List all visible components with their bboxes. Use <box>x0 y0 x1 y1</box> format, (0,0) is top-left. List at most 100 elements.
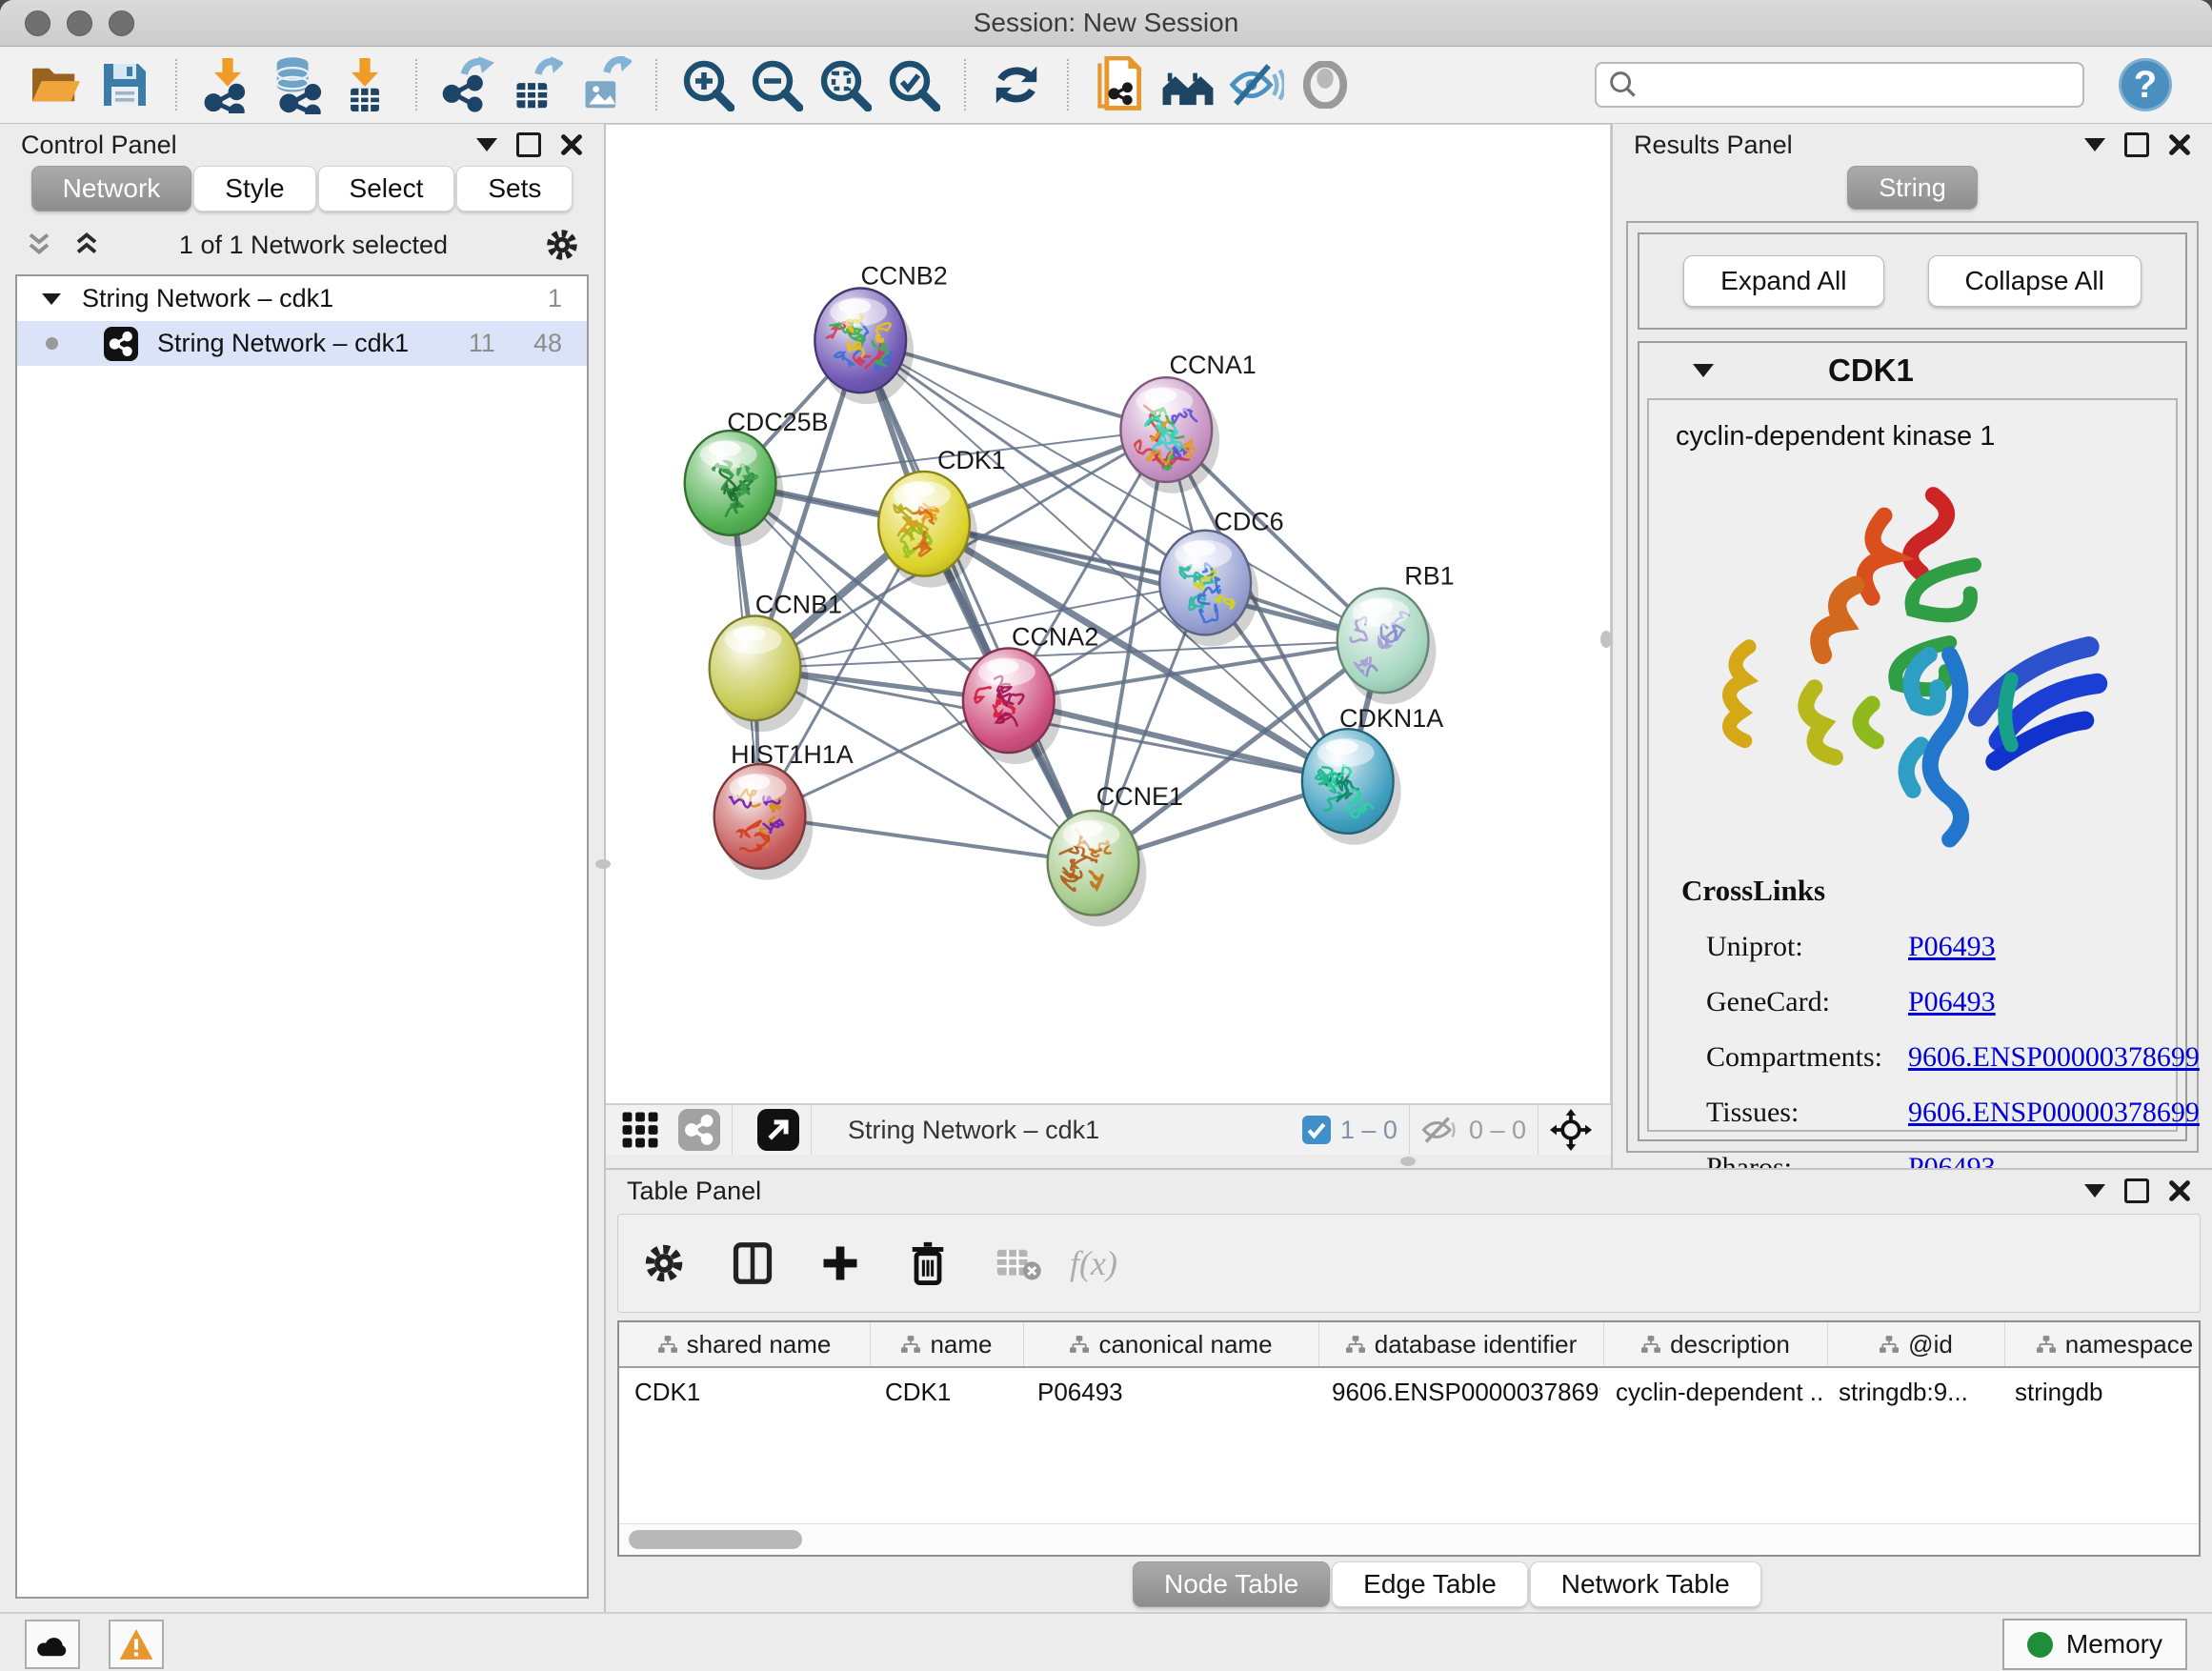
table-cell[interactable]: CDK1 <box>870 1378 1022 1407</box>
table-cell[interactable]: P06493 <box>1022 1378 1317 1407</box>
network-node-CDC25B[interactable] <box>685 431 784 547</box>
share-document-icon[interactable] <box>1090 55 1149 114</box>
import-network-icon[interactable] <box>198 55 257 114</box>
panel-close-icon[interactable] <box>2168 1179 2191 1202</box>
panel-float-icon[interactable] <box>516 132 541 157</box>
network-collection-row[interactable]: String Network – cdk1 1 <box>17 276 587 321</box>
table-cell[interactable]: CDK1 <box>619 1378 870 1407</box>
export-image-icon[interactable] <box>575 55 634 114</box>
zoom-out-icon[interactable] <box>747 55 806 114</box>
maximize-window-button[interactable] <box>109 10 134 36</box>
expand-all-icon[interactable] <box>72 231 101 259</box>
network-node-RB1[interactable] <box>1337 589 1437 705</box>
tab-network[interactable]: Network <box>31 166 192 211</box>
export-network-icon[interactable] <box>438 55 497 114</box>
network-node-CDKN1A[interactable] <box>1302 729 1401 845</box>
zoom-selected-icon[interactable] <box>884 55 943 114</box>
cloud-status-button[interactable] <box>25 1620 80 1669</box>
tree-expand-icon[interactable] <box>42 293 61 305</box>
import-network-from-database-icon[interactable] <box>267 55 326 114</box>
network-share-icon[interactable] <box>678 1109 720 1151</box>
warning-button[interactable] <box>109 1620 164 1669</box>
table-gear-icon[interactable] <box>643 1242 685 1284</box>
table-cell[interactable]: 9606.ENSP00000378699 <box>1317 1378 1600 1407</box>
column-header-name[interactable]: name <box>871 1322 1024 1366</box>
column-header-namespace[interactable]: namespace <box>2005 1322 2201 1366</box>
tab-style[interactable]: Style <box>193 166 315 211</box>
column-header-description[interactable]: description <box>1604 1322 1828 1366</box>
crosslink-value-link[interactable]: 9606.ENSP00000378699 <box>1908 1041 2200 1074</box>
collapse-all-icon[interactable] <box>25 231 53 259</box>
tab-select[interactable]: Select <box>318 166 455 211</box>
hide-graphics-details-icon[interactable] <box>1227 55 1286 114</box>
network-canvas[interactable]: CCNB2CCNA1CDC25BCDK1CDC6RB1CCNB1CCNA2CDK… <box>606 124 1611 1104</box>
network-node-CCNA1[interactable] <box>1120 377 1219 493</box>
network-node-CCNA2[interactable] <box>963 648 1062 764</box>
table-cell[interactable]: stringdb <box>2000 1378 2201 1407</box>
open-session-icon[interactable] <box>27 55 86 114</box>
search-box[interactable] <box>1595 62 2084 108</box>
add-column-icon[interactable] <box>820 1243 860 1283</box>
memory-button[interactable]: Memory <box>2002 1619 2187 1670</box>
minimize-window-button[interactable] <box>67 10 92 36</box>
column-header-database-identifier[interactable]: database identifier <box>1319 1322 1604 1366</box>
tab-network-table[interactable]: Network Table <box>1530 1561 1761 1607</box>
vertical-splitter-handle[interactable] <box>1600 631 1612 648</box>
export-table-icon[interactable] <box>507 55 566 114</box>
collapse-section-icon[interactable] <box>1693 364 1714 377</box>
network-node-HIST1H1A[interactable] <box>714 764 814 880</box>
node-label-HIST1H1A: HIST1H1A <box>731 740 854 769</box>
tab-string[interactable]: String <box>1847 166 1978 210</box>
tab-sets[interactable]: Sets <box>456 166 573 211</box>
zoom-fit-icon[interactable] <box>815 55 875 114</box>
gene-section-header[interactable]: CDK1 <box>1639 343 2185 398</box>
close-window-button[interactable] <box>25 10 50 36</box>
column-header-shared-name[interactable]: shared name <box>619 1322 871 1366</box>
expand-all-button[interactable]: Expand All <box>1683 255 1883 307</box>
network-row-selected[interactable]: String Network – cdk1 11 48 <box>17 321 587 366</box>
help-icon[interactable]: ? <box>2119 58 2172 111</box>
crosslink-value-link[interactable]: P06493 <box>1908 986 1996 1018</box>
table-row[interactable]: CDK1CDK1P064939606.ENSP00000378699cyclin… <box>619 1368 2199 1416</box>
table-cell[interactable]: stringdb:9... <box>1823 1378 2000 1407</box>
gear-icon[interactable] <box>545 228 579 262</box>
home-icon[interactable] <box>1158 55 1217 114</box>
collapse-all-button[interactable]: Collapse All <box>1928 255 2142 307</box>
panel-menu-icon[interactable] <box>2084 1184 2105 1198</box>
scrollbar-thumb[interactable] <box>629 1530 802 1549</box>
panel-float-icon[interactable] <box>2124 1178 2149 1203</box>
column-header-canonical-name[interactable]: canonical name <box>1024 1322 1319 1366</box>
zoom-in-icon[interactable] <box>678 55 737 114</box>
panel-menu-icon[interactable] <box>476 138 497 151</box>
selected-nodes-checkbox-icon[interactable] <box>1302 1116 1331 1144</box>
grid-view-icon[interactable] <box>621 1111 659 1149</box>
delete-column-icon[interactable] <box>908 1240 948 1286</box>
network-node-CCNE1[interactable] <box>1048 811 1147 927</box>
hidden-elements-icon <box>1421 1116 1459 1144</box>
table-horizontal-scrollbar[interactable] <box>619 1523 2199 1555</box>
tab-edge-table[interactable]: Edge Table <box>1332 1561 1528 1607</box>
crosslink-value-link[interactable]: 9606.ENSP00000378699 <box>1908 1097 2200 1129</box>
network-node-CDK1[interactable] <box>878 472 977 588</box>
refresh-icon[interactable] <box>987 55 1046 114</box>
column-header-id[interactable]: @id <box>1828 1322 2005 1366</box>
status-bar: Memory <box>0 1612 2212 1671</box>
vertical-splitter-handle[interactable] <box>595 859 611 869</box>
save-session-icon[interactable] <box>95 55 154 114</box>
import-table-icon[interactable] <box>335 55 394 114</box>
panel-float-icon[interactable] <box>2124 132 2149 157</box>
horizontal-splitter[interactable] <box>606 1155 1611 1168</box>
crosslink-value-link[interactable]: P06493 <box>1908 931 1996 963</box>
open-in-new-window-icon[interactable] <box>757 1109 799 1151</box>
panel-close-icon[interactable] <box>560 133 583 156</box>
show-column-icon[interactable] <box>733 1241 773 1285</box>
network-node-CDC6[interactable] <box>1159 531 1258 647</box>
network-node-CCNB2[interactable] <box>814 288 914 404</box>
search-input[interactable] <box>1639 70 2071 101</box>
table-cell[interactable]: cyclin-dependent ... <box>1600 1378 1823 1407</box>
tab-node-table[interactable]: Node Table <box>1133 1561 1330 1607</box>
birds-eye-view-icon[interactable] <box>1296 55 1355 114</box>
panel-close-icon[interactable] <box>2168 133 2191 156</box>
birds-eye-toggle-icon[interactable] <box>1550 1109 1592 1151</box>
panel-menu-icon[interactable] <box>2084 138 2105 151</box>
